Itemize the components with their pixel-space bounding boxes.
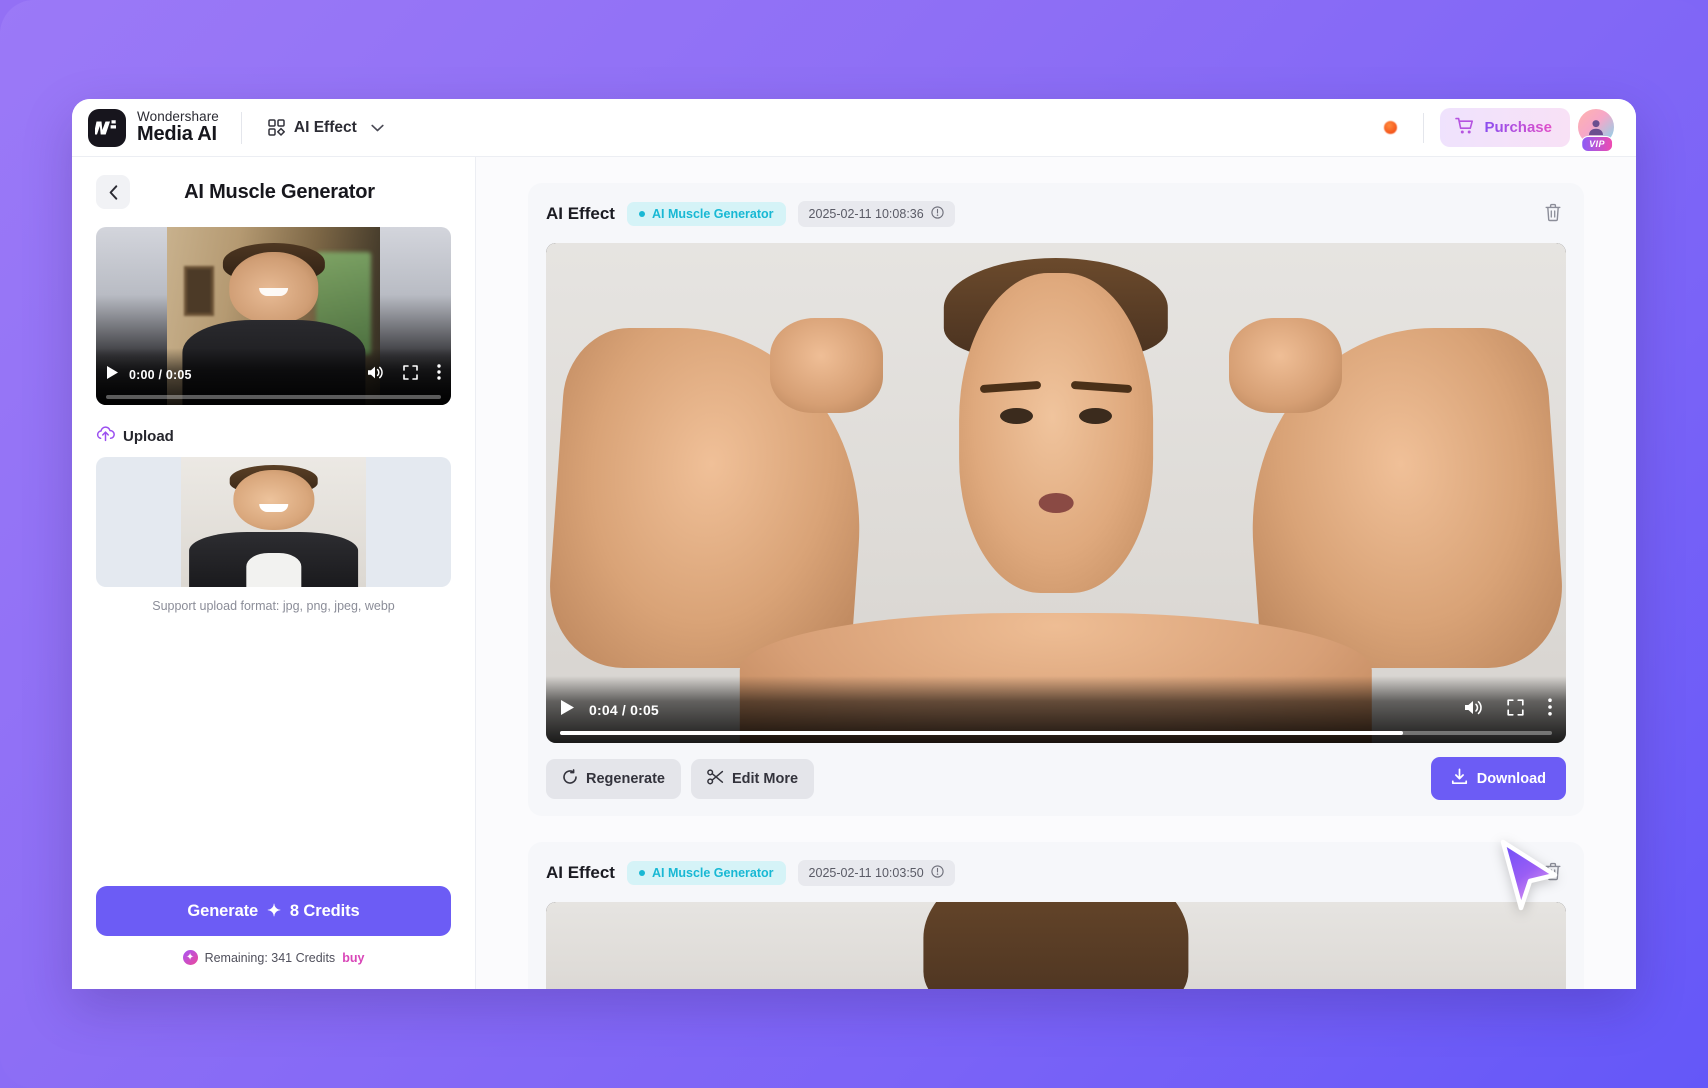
credits-row: ✦ Remaining: 341 Credits buy	[96, 950, 451, 989]
buy-credits-link[interactable]: buy	[342, 951, 364, 965]
result-video-progress[interactable]	[560, 731, 1552, 735]
record-dot-icon[interactable]	[1384, 121, 1398, 134]
delete-result-button[interactable]	[1540, 199, 1566, 229]
app-window: Wondershare Media AI AI Effect Purchase …	[72, 99, 1636, 989]
cloud-upload-icon	[96, 425, 115, 447]
sidebar: AI Muscle Generator 0:00 / 0:05 Upload S…	[72, 157, 476, 989]
regenerate-button[interactable]: Regenerate	[546, 758, 681, 799]
sidebar-header: AI Muscle Generator	[96, 175, 451, 209]
edit-more-label: Edit More	[731, 770, 799, 787]
more-options-icon[interactable]	[437, 364, 441, 385]
grid-icon	[268, 119, 285, 136]
topbar-right-group: Purchase VIP	[1384, 106, 1618, 152]
regenerate-label: Regenerate	[586, 770, 665, 787]
brand-logo-group[interactable]: Wondershare Media AI	[88, 108, 219, 147]
result-card-actions: Regenerate Edit More Download	[546, 757, 1566, 800]
refresh-icon	[562, 768, 578, 789]
credits-remaining-label: Remaining: 341 Credits	[204, 950, 336, 965]
body-split: AI Muscle Generator 0:00 / 0:05 Upload S…	[72, 157, 1636, 989]
sidebar-video-time: 0:00 / 0:05	[129, 367, 192, 382]
result-video-player[interactable]	[546, 902, 1566, 989]
spark-icon: ✦	[267, 902, 281, 920]
wondershare-logo-icon	[88, 108, 126, 147]
result-card-header: AI Effect AI Muscle Generator 2025-02-11…	[546, 199, 1566, 229]
scissors-icon	[707, 768, 724, 789]
volume-icon[interactable]	[1464, 699, 1483, 721]
top-bar: Wondershare Media AI AI Effect Purchase …	[72, 99, 1636, 157]
result-video-frame	[546, 902, 1566, 989]
topbar-divider	[240, 111, 242, 144]
result-video-time: 0:04 / 0:05	[589, 701, 659, 718]
nav-ai-effect-label: AI Effect	[293, 118, 357, 136]
info-icon[interactable]	[931, 206, 944, 222]
purchase-button[interactable]: Purchase	[1440, 108, 1570, 147]
info-icon[interactable]	[931, 865, 944, 881]
result-video-controls: 0:04 / 0:05	[546, 676, 1566, 743]
result-card-header: AI Effect AI Muscle Generator 2025-02-11…	[546, 858, 1566, 888]
timestamp-label: 2025-02-11 10:08:36	[808, 207, 924, 221]
upload-support-text: Support upload format: jpg, png, jpeg, w…	[152, 599, 395, 613]
edit-more-button[interactable]: Edit More	[690, 758, 815, 799]
play-icon[interactable]	[106, 365, 119, 385]
generate-label: Generate	[187, 901, 259, 920]
result-card-title: AI Effect	[546, 863, 615, 882]
upload-preview-thumbnail[interactable]	[96, 457, 451, 587]
result-card: AI Effect AI Muscle Generator 2025-02-11…	[528, 183, 1584, 816]
result-video-frame	[546, 243, 1566, 743]
status-dot-icon	[638, 870, 645, 876]
timestamp-label: 2025-02-11 10:03:50	[808, 866, 924, 880]
topbar-right-divider	[1423, 112, 1425, 143]
sidebar-video-progress[interactable]	[106, 395, 441, 399]
sidebar-preview-video[interactable]: 0:00 / 0:05	[96, 227, 451, 405]
upload-button[interactable]: Upload	[96, 425, 451, 447]
chevron-down-icon	[371, 119, 384, 137]
generate-cost-label: 8 Credits	[289, 901, 360, 920]
effect-tag-label: AI Muscle Generator	[651, 866, 774, 880]
cart-icon	[1455, 117, 1475, 138]
download-label: Download	[1476, 770, 1546, 787]
timestamp-badge: 2025-02-11 10:08:36	[797, 201, 955, 227]
back-button[interactable]	[96, 175, 130, 209]
sidebar-video-controls: 0:00 / 0:05	[96, 348, 451, 405]
effect-tag: AI Muscle Generator	[626, 861, 786, 885]
vip-badge: VIP	[1581, 135, 1613, 152]
result-card-title: AI Effect	[546, 204, 615, 223]
page-title: AI Muscle Generator	[184, 180, 375, 203]
fullscreen-icon[interactable]	[1507, 698, 1524, 721]
credit-coin-icon: ✦	[182, 950, 198, 965]
download-button[interactable]: Download	[1430, 757, 1566, 800]
status-dot-icon	[638, 211, 645, 217]
effect-tag: AI Muscle Generator	[626, 202, 786, 226]
generate-button[interactable]: Generate ✦ 8 Credits	[96, 886, 451, 936]
purchase-label: Purchase	[1484, 119, 1552, 136]
download-icon	[1451, 768, 1468, 789]
result-video-player[interactable]: 0:04 / 0:05	[546, 243, 1566, 743]
timestamp-badge: 2025-02-11 10:03:50	[797, 860, 955, 886]
effect-tag-label: AI Muscle Generator	[651, 207, 774, 221]
delete-result-button[interactable]	[1540, 858, 1566, 888]
more-options-icon[interactable]	[1548, 698, 1552, 721]
fullscreen-icon[interactable]	[403, 364, 418, 385]
main-content: AI Effect AI Muscle Generator 2025-02-11…	[476, 157, 1636, 989]
brand-bottom-label: Media AI	[137, 123, 217, 146]
play-icon[interactable]	[560, 699, 575, 721]
volume-icon[interactable]	[367, 365, 384, 385]
result-card: AI Effect AI Muscle Generator 2025-02-11…	[528, 842, 1584, 989]
user-avatar[interactable]: VIP	[1576, 106, 1618, 152]
brand-top-label: Wondershare	[137, 108, 219, 124]
upload-label: Upload	[123, 427, 174, 445]
nav-ai-effect[interactable]: AI Effect	[264, 113, 388, 143]
